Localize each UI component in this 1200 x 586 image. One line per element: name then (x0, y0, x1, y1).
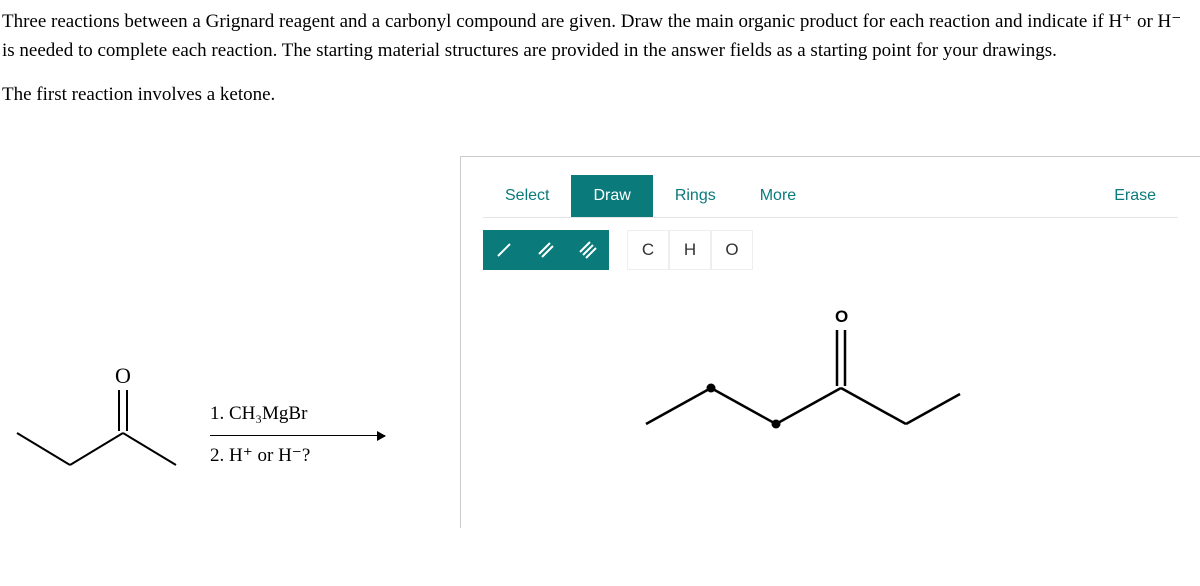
main-toolbar: Select Draw Rings More Erase (483, 175, 1178, 218)
more-tab[interactable]: More (738, 175, 818, 217)
question-text: Three reactions between a Grignard reage… (0, 8, 1200, 126)
double-bond-button[interactable] (525, 230, 567, 270)
question-para-1: Three reactions between a Grignard reage… (2, 8, 1198, 65)
double-bond-icon (537, 241, 555, 259)
triple-bond-icon (579, 241, 597, 259)
question-para-2: The first reaction involves a ketone. (2, 81, 1198, 110)
drawing-canvas[interactable]: O (483, 290, 1178, 510)
bond-toolbar: C H O (483, 230, 1178, 270)
starting-material: O (0, 363, 210, 508)
hydrogen-button[interactable]: H (669, 230, 711, 270)
oxygen-button[interactable]: O (711, 230, 753, 270)
select-tab[interactable]: Select (483, 175, 571, 217)
oxygen-atom-label: O (835, 307, 848, 326)
tool-gap (609, 230, 627, 270)
single-bond-icon (495, 241, 513, 259)
drawing-panel: Select Draw Rings More Erase C H O O (460, 156, 1200, 528)
single-bond-button[interactable] (483, 230, 525, 270)
reaction-column: O 1. CH₃MgBr 2. H⁺ or H⁻? (0, 156, 460, 528)
reaction-conditions: 1. CH₃MgBr 2. H⁺ or H⁻? (210, 400, 385, 470)
reagent-step-2: 2. H⁺ or H⁻? (210, 442, 385, 471)
erase-tab[interactable]: Erase (1092, 175, 1178, 217)
reaction-arrow-icon (210, 435, 385, 436)
carbon-button[interactable]: C (627, 230, 669, 270)
triple-bond-button[interactable] (567, 230, 609, 270)
content-area: O 1. CH₃MgBr 2. H⁺ or H⁻? Select Draw Ri… (0, 156, 1200, 528)
canvas-structure-icon: O (483, 290, 963, 490)
reagent-step-1: 1. CH₃MgBr (210, 400, 385, 429)
rings-tab[interactable]: Rings (653, 175, 738, 217)
reaction-scheme: O 1. CH₃MgBr 2. H⁺ or H⁻? (0, 363, 460, 508)
ketone-structure-icon: O (0, 363, 210, 498)
svg-text:O: O (115, 363, 131, 388)
draw-tab[interactable]: Draw (571, 175, 652, 217)
